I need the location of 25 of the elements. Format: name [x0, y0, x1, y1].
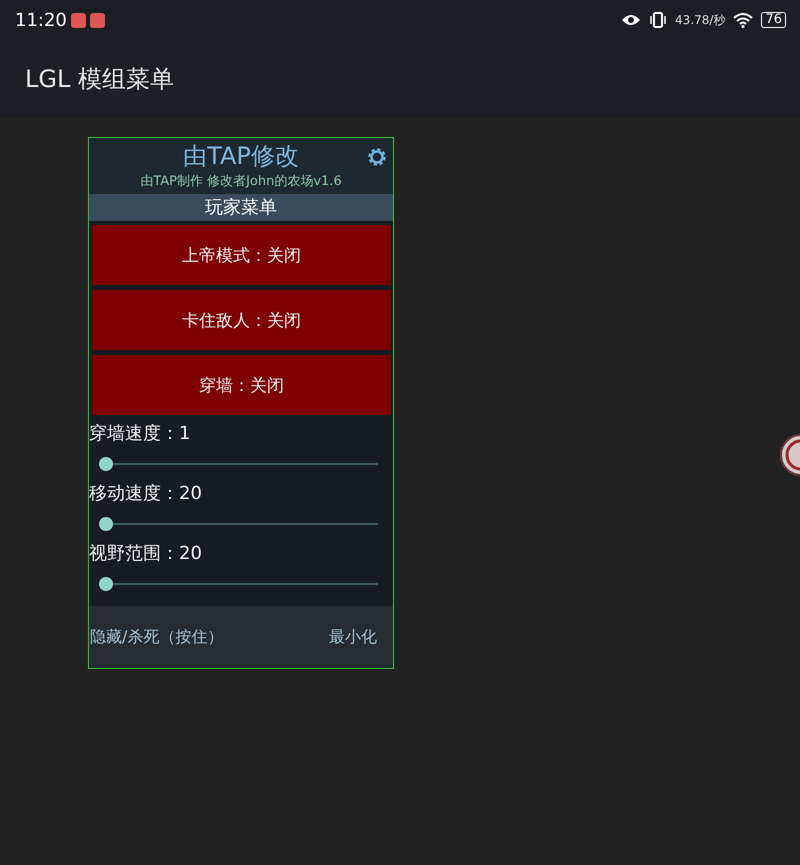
slider-thumb[interactable] [99, 517, 113, 531]
toggle-button[interactable]: 上帝模式：关闭 [92, 225, 391, 285]
toggle-button[interactable]: 穿墙：关闭 [92, 355, 391, 415]
slider-thumb[interactable] [99, 577, 113, 591]
minimize-button[interactable]: 最小化 [329, 626, 377, 648]
menu-subtitle: 由TAP制作 修改者John的农场v1.6 [140, 173, 342, 190]
section-header: 玩家菜单 [89, 194, 393, 221]
notification-icon [90, 12, 105, 28]
battery-level: 76 [761, 12, 786, 28]
hide-kill-button[interactable]: 隐藏/杀死（按住） [90, 626, 224, 648]
wifi-icon [733, 12, 754, 28]
vibrate-icon [649, 12, 668, 28]
floating-button-icon[interactable] [780, 434, 800, 476]
app-title: LGL 模组菜单 [25, 64, 174, 95]
settings-icon[interactable] [366, 146, 388, 168]
slider-label: 视野范围：20 [89, 542, 203, 566]
notification-icon [70, 12, 86, 28]
toggle-button[interactable]: 卡住敌人：关闭 [92, 290, 391, 350]
slider-label: 穿墙速度：1 [89, 422, 192, 446]
slider-thumb[interactable] [99, 457, 113, 471]
menu-title: 由TAP修改 [183, 141, 299, 172]
eye-icon [621, 13, 642, 27]
network-speed: 43.78/秒 [675, 12, 726, 28]
clock: 11:20 [15, 10, 67, 30]
slider-label: 移动速度：20 [89, 482, 203, 506]
